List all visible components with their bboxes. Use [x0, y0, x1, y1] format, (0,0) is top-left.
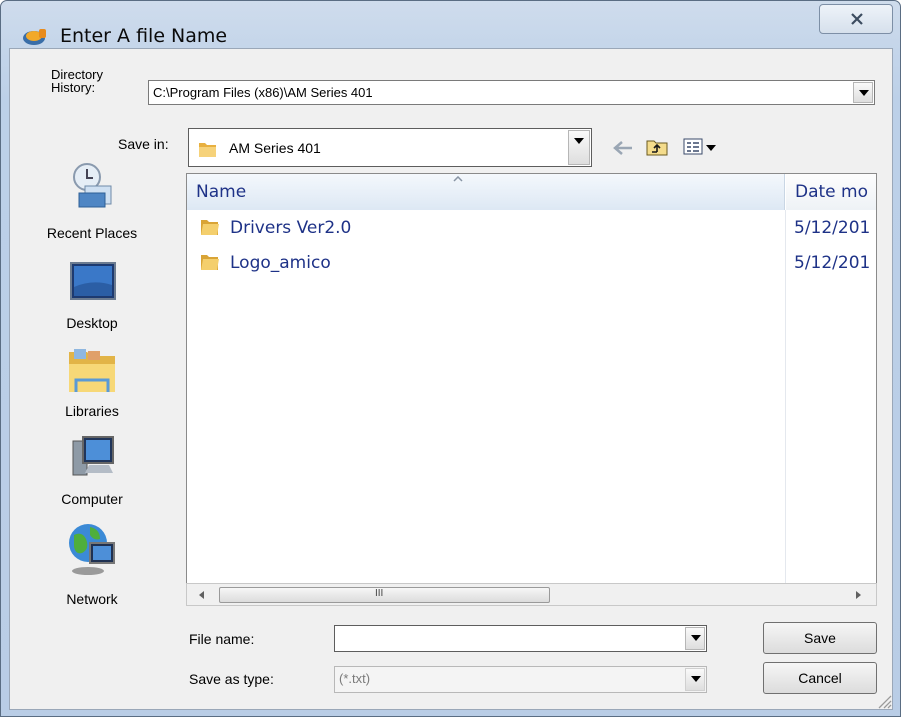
- save-in-label: Save in:: [118, 136, 169, 152]
- places-bar: Recent Places Desktop Libraries Computer…: [10, 161, 174, 611]
- column-header-name[interactable]: Name: [187, 174, 785, 210]
- place-desktop[interactable]: Desktop: [10, 257, 174, 337]
- file-row[interactable]: Drivers Ver2.0 5/12/201: [187, 211, 876, 245]
- computer-icon: [72, 436, 114, 476]
- directory-history-combo[interactable]: C:\Program Files (x86)\AM Series 401: [148, 80, 875, 105]
- file-date-cell: 5/12/201: [794, 253, 871, 273]
- libraries-icon: [69, 349, 115, 392]
- file-name-cell: Logo_amico: [230, 253, 331, 273]
- place-recent-places[interactable]: Recent Places: [10, 161, 174, 246]
- chevron-down-icon[interactable]: [568, 130, 590, 165]
- back-arrow-icon[interactable]: [613, 141, 633, 155]
- scroll-thumb[interactable]: III: [219, 587, 550, 603]
- file-row[interactable]: Logo_amico 5/12/201: [187, 246, 876, 280]
- title-bar[interactable]: Enter A file Name: [1, 1, 900, 47]
- file-name-label: File name:: [189, 631, 255, 647]
- directory-history-label: Directory History:: [51, 67, 104, 95]
- recent-places-icon: [73, 163, 112, 208]
- dialog-body: Directory History: C:\Program Files (x86…: [9, 48, 893, 710]
- horizontal-scrollbar[interactable]: III: [186, 583, 877, 606]
- scroll-grip: III: [375, 588, 384, 599]
- file-date-cell: 5/12/201: [794, 218, 871, 238]
- place-libraries[interactable]: Libraries: [10, 346, 174, 426]
- chevron-down-icon[interactable]: [685, 668, 705, 691]
- sort-ascending-icon: [453, 176, 463, 182]
- save-as-type-combo[interactable]: (*.txt): [334, 666, 707, 693]
- file-list[interactable]: Name Date mo Drivers Ver2.0 5/12/201 Log…: [186, 173, 877, 586]
- resize-grip-icon[interactable]: [876, 693, 892, 709]
- network-icon: [69, 524, 115, 575]
- app-icon: [23, 29, 46, 45]
- save-as-type-value: (*.txt): [339, 671, 371, 686]
- dialog-window: Enter A file Name Directory History: C:\…: [0, 0, 901, 717]
- save-in-value: AM Series 401: [229, 140, 321, 156]
- chevron-down-icon[interactable]: [685, 627, 705, 650]
- chevron-down-icon[interactable]: [853, 82, 873, 103]
- close-button[interactable]: [819, 4, 893, 34]
- up-folder-icon[interactable]: [646, 138, 668, 156]
- place-computer[interactable]: Computer: [10, 435, 174, 515]
- directory-history-value: C:\Program Files (x86)\AM Series 401: [153, 85, 373, 100]
- place-network[interactable]: Network: [10, 521, 174, 611]
- scroll-right-icon[interactable]: [854, 590, 862, 600]
- folder-icon: [199, 143, 216, 157]
- place-label: Network: [66, 591, 118, 607]
- place-label: Recent Places: [46, 225, 138, 241]
- place-label: Computer: [61, 491, 123, 507]
- cancel-button[interactable]: Cancel: [763, 662, 877, 694]
- window-title: Enter A file Name: [60, 25, 228, 47]
- folder-icon: [201, 255, 219, 270]
- scroll-left-icon[interactable]: [198, 590, 206, 600]
- place-label: Libraries: [65, 403, 119, 419]
- column-header-date[interactable]: Date mo: [786, 174, 876, 210]
- folder-icon: [201, 220, 219, 235]
- file-name-cell: Drivers Ver2.0: [230, 218, 352, 238]
- save-as-type-label: Save as type:: [189, 671, 274, 687]
- file-name-combo[interactable]: [334, 625, 707, 652]
- close-icon: [851, 13, 863, 25]
- view-menu-icon[interactable]: [683, 138, 719, 156]
- desktop-icon: [70, 262, 116, 300]
- save-button[interactable]: Save: [763, 622, 877, 654]
- place-label: Desktop: [66, 315, 118, 331]
- save-in-combo[interactable]: AM Series 401: [188, 128, 592, 167]
